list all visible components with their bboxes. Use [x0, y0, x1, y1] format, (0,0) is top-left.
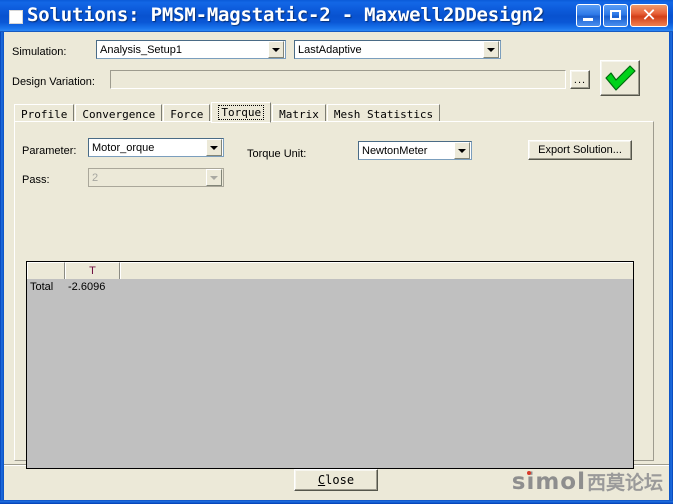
application-window: Solutions: PMSM-Magstatic-2 - Maxwell2DD…: [0, 0, 673, 504]
design-variation-label: Design Variation:: [12, 76, 95, 88]
maximize-icon: [610, 10, 621, 20]
table-cell-spacer: [120, 279, 633, 295]
minimize-button[interactable]: [576, 4, 601, 27]
close-window-button[interactable]: ✕: [630, 4, 668, 27]
tab-torque-label: Torque: [218, 105, 265, 120]
chevron-down-icon[interactable]: [454, 142, 470, 159]
solution-type-value: LastAdaptive: [298, 43, 362, 56]
green-checkmark-icon: [605, 65, 636, 91]
export-solution-button[interactable]: Export Solution...: [528, 140, 632, 160]
table-header-cell-t[interactable]: T: [65, 262, 120, 279]
validate-button[interactable]: [600, 60, 640, 96]
tab-mesh-statistics-label: Mesh Statistics: [333, 107, 434, 121]
pass-value: 2: [92, 171, 99, 184]
tab-bar: Profile Convergence Force Torque Matrix …: [14, 102, 441, 123]
simulation-setup-dropdown[interactable]: Analysis_Setup1: [96, 40, 286, 59]
tab-profile-label: Profile: [21, 107, 68, 121]
chevron-down-icon: [206, 169, 222, 186]
document-icon: [9, 10, 23, 24]
table-header-cell-spacer[interactable]: [120, 262, 633, 279]
tab-convergence-label: Convergence: [82, 107, 156, 121]
window-frame-right-border: [669, 0, 673, 504]
tab-matrix-label: Matrix: [279, 107, 319, 121]
close-button-label: lose: [325, 473, 355, 487]
pass-label: Pass:: [22, 174, 50, 186]
parameter-dropdown[interactable]: Motor_orque: [88, 138, 224, 157]
maximize-button[interactable]: [603, 4, 628, 27]
watermark-chinese-text: 西莫论坛: [586, 472, 663, 494]
pass-dropdown[interactable]: 2: [88, 168, 224, 187]
table-header-cell-row-label[interactable]: [27, 262, 65, 279]
design-variation-browse-button[interactable]: ...: [570, 70, 590, 89]
parameter-value: Motor_orque: [92, 141, 155, 154]
table-cell-label: Total: [30, 281, 54, 293]
close-button[interactable]: Close: [294, 469, 378, 491]
watermark: simol 西莫论坛: [512, 470, 663, 495]
close-button-accel: C: [317, 473, 326, 487]
simulation-setup-value: Analysis_Setup1: [100, 43, 182, 56]
window-frame: Solutions: PMSM-Magstatic-2 - Maxwell2DD…: [0, 0, 673, 504]
chevron-down-icon[interactable]: [206, 139, 222, 156]
torque-unit-value: NewtonMeter: [362, 144, 428, 157]
table-cell-t-value: -2.6096: [68, 281, 106, 293]
parameter-label: Parameter:: [22, 145, 77, 157]
solution-type-dropdown[interactable]: LastAdaptive: [294, 40, 501, 59]
chevron-down-icon[interactable]: [268, 41, 284, 58]
watermark-dot-icon: [526, 471, 531, 475]
title-bar[interactable]: Solutions: PMSM-Magstatic-2 - Maxwell2DD…: [0, 0, 673, 32]
close-icon: ✕: [641, 5, 657, 26]
tab-force-label: Force: [170, 107, 204, 121]
tab-torque[interactable]: Torque: [211, 102, 272, 123]
torque-results-table[interactable]: T Total -2.6096: [26, 261, 634, 469]
table-header-row: T: [27, 262, 633, 279]
watermark-logo-text: simol: [512, 470, 586, 494]
watermark-brand: simol: [511, 469, 586, 495]
table-row[interactable]: Total -2.6096: [27, 279, 633, 295]
torque-unit-dropdown[interactable]: NewtonMeter: [358, 141, 472, 160]
window-controls: ✕: [576, 4, 668, 27]
simulation-label: Simulation:: [12, 46, 67, 58]
design-variation-input[interactable]: [110, 70, 566, 89]
window-frame-bottom-border: [0, 500, 673, 504]
window-title: Solutions: PMSM-Magstatic-2 - Maxwell2DD…: [27, 4, 544, 26]
torque-unit-label: Torque Unit:: [247, 148, 307, 160]
minimize-icon: [583, 18, 593, 21]
dialog-body: Simulation: Analysis_Setup1 LastAdaptive…: [4, 32, 669, 500]
chevron-down-icon[interactable]: [483, 41, 499, 58]
